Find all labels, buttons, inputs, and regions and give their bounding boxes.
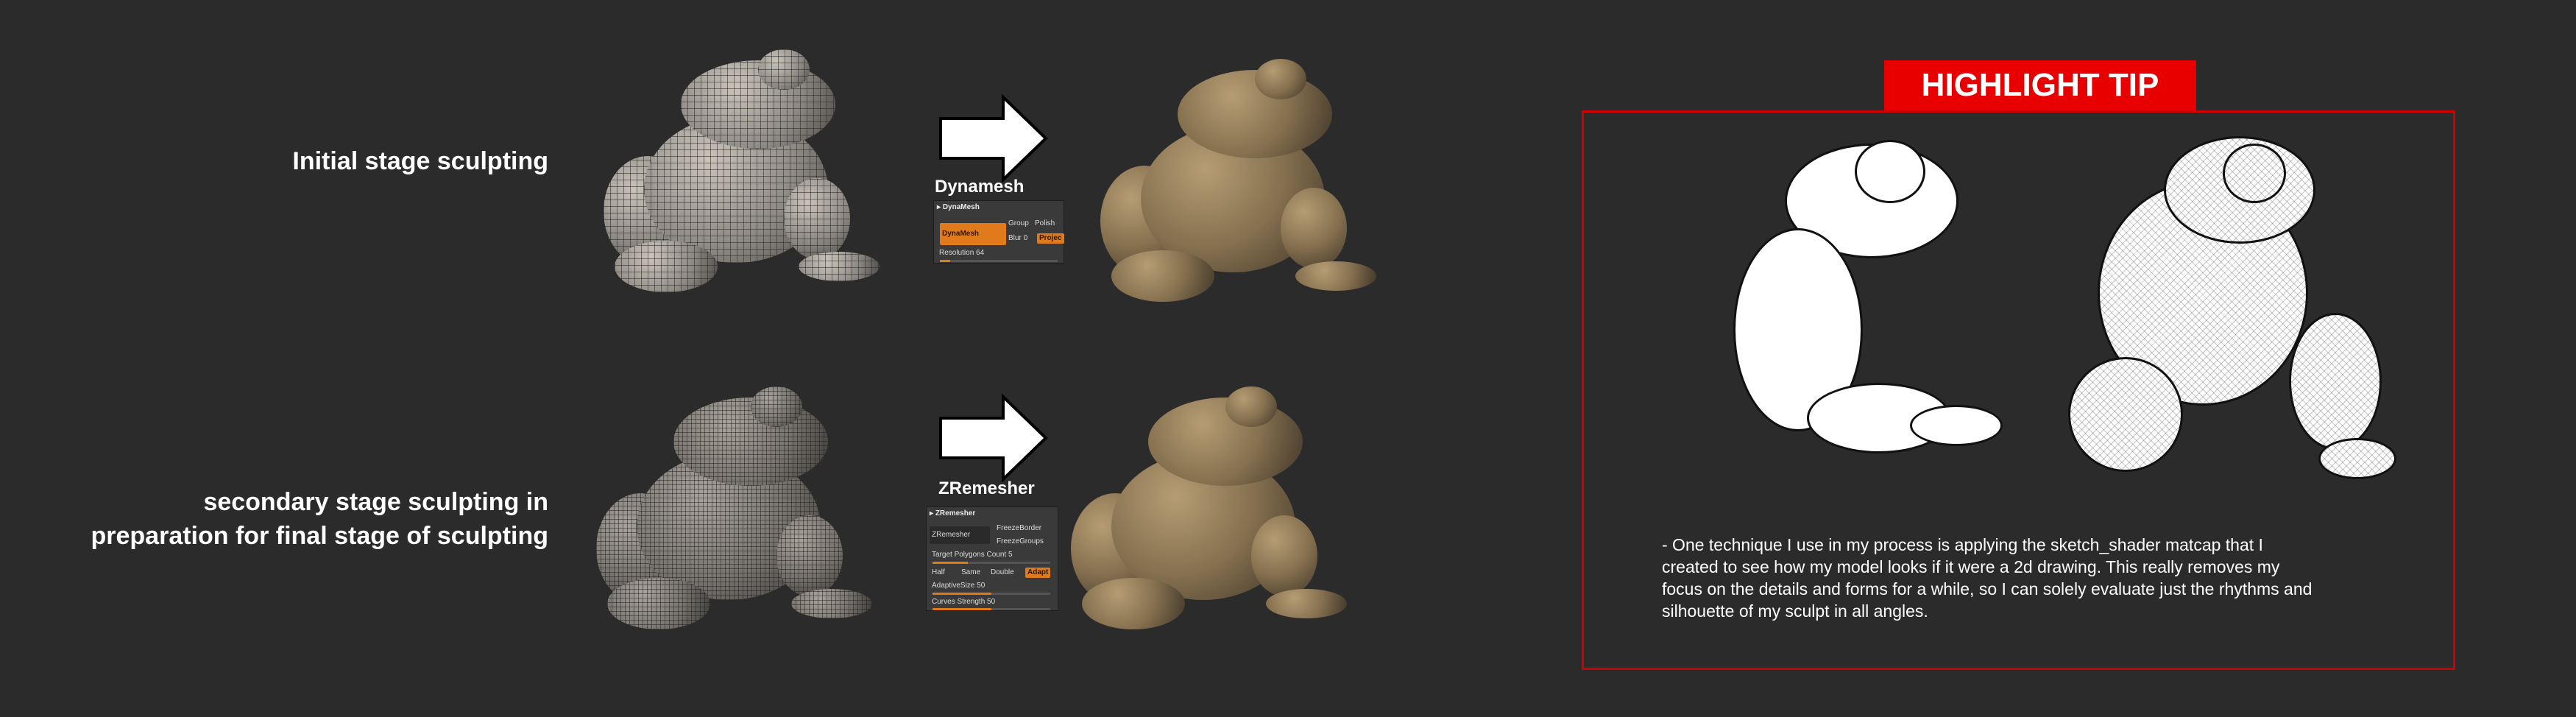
highlight-tip-badge: HIGHLIGHT TIP — [1884, 60, 2196, 110]
half-toggle[interactable]: Half — [930, 568, 947, 578]
right-arrow-icon — [938, 394, 1049, 482]
zremesher-button[interactable]: ZRemesher — [930, 526, 990, 544]
dynamesh-panel: ▸ DynaMesh DynaMesh Group Polish Blur 0 … — [933, 200, 1064, 264]
page: Initial stage sculpting secondary stage … — [0, 0, 2576, 717]
dynamesh-panel-header: ▸ DynaMesh — [937, 203, 980, 211]
secondary-stage-label: secondary stage sculpting in preparation… — [29, 486, 549, 554]
dynamesh-button[interactable]: DynaMesh — [940, 223, 1006, 245]
freeze-border-toggle[interactable]: FreezeBorder — [994, 523, 1044, 534]
resolution-slider[interactable]: Resolution 64 — [937, 248, 986, 258]
tip-line-1: - One technique I use in my process is a… — [1662, 535, 2263, 554]
tip-line-4: silhouette of my sculpt in all angles. — [1662, 601, 1928, 621]
secondary-mesh-render — [592, 383, 872, 633]
initial-mesh-render — [600, 46, 880, 296]
zremesher-title: ZRemesher — [938, 478, 1035, 498]
polish-toggle[interactable]: Polish — [1033, 219, 1057, 229]
right-arrow-icon — [938, 94, 1049, 183]
sketch-shader-render-detailed — [2053, 136, 2399, 497]
zremesher-panel: ▸ ZRemesher ZRemesher FreezeBorder Freez… — [926, 506, 1058, 611]
curves-strength-slider[interactable]: Curves Strength 50 — [930, 597, 997, 607]
zremesher-panel-header: ▸ ZRemesher — [930, 509, 976, 518]
highlight-tip-text: - One technique I use in my process is a… — [1662, 534, 2398, 622]
blur-slider[interactable]: Blur 0 — [1006, 233, 1030, 244]
adaptive-size-slider[interactable]: AdaptiveSize 50 — [930, 581, 987, 591]
initial-stage-label: Initial stage sculpting — [292, 147, 548, 175]
sketch-shader-render-outline — [1667, 140, 2006, 486]
project-toggle[interactable]: Projec — [1037, 233, 1064, 244]
tip-line-3: focus on the details and forms for a whi… — [1662, 579, 2313, 598]
same-toggle[interactable]: Same — [959, 568, 983, 578]
dynamesh-title: Dynamesh — [935, 177, 1025, 197]
secondary-stage-line-1: secondary stage sculpting in — [203, 488, 548, 516]
tip-line-2: created to see how my model looks if it … — [1662, 557, 2280, 576]
double-toggle[interactable]: Double — [988, 568, 1016, 578]
zremesher-clay-render — [1067, 383, 1347, 633]
secondary-stage-line-2: preparation for final stage of sculpting — [91, 521, 549, 550]
dynamesh-clay-render — [1097, 55, 1376, 305]
target-polygons-slider[interactable]: Target Polygons Count 5 — [930, 550, 1015, 560]
freeze-groups-toggle[interactable]: FreezeGroups — [994, 537, 1046, 547]
adapt-toggle[interactable]: Adapt — [1025, 568, 1051, 578]
group-toggle[interactable]: Group — [1006, 219, 1031, 229]
